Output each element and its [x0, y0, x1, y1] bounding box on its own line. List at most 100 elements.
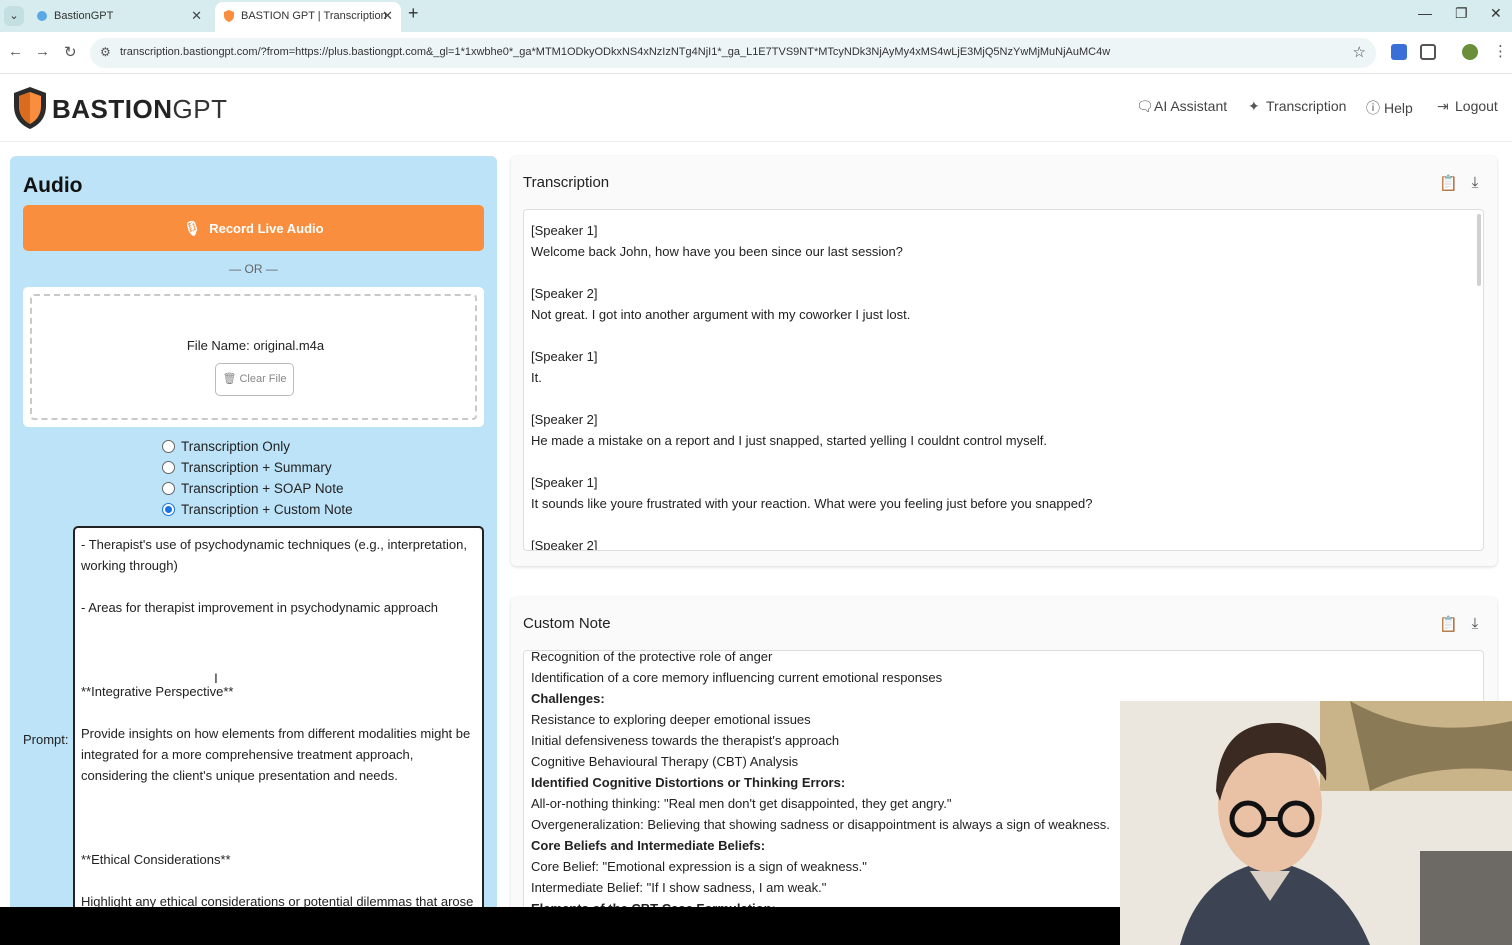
transcription-textarea[interactable]: [Speaker 1] Welcome back John, how have y…: [523, 209, 1484, 551]
transcription-card: Transcription 📋 ⤓ [Speaker 1] Welcome bac…: [511, 156, 1497, 566]
option-label: Transcription Only: [181, 439, 291, 454]
app-header: BASTIONGPT 🗨AI Assistant ✦ Transcription …: [0, 74, 1512, 142]
transcription-line: Welcome back John, how have you been sin…: [531, 244, 903, 259]
transcription-line: He made a mistake on a report and I just…: [531, 433, 1047, 448]
transcription-line: [Speaker 2]: [531, 412, 598, 427]
site-settings-icon[interactable]: ⚙: [100, 45, 111, 59]
clear-file-button[interactable]: 🗑 Clear File: [215, 363, 294, 396]
copy-clipboard-icon[interactable]: 📋: [1439, 615, 1458, 633]
transcription-line: [Speaker 1]: [531, 475, 598, 490]
address-bar[interactable]: ⚙ transcription.bastiongpt.com/?from=htt…: [90, 38, 1376, 68]
prompt-line: [81, 639, 476, 660]
tab-search-icon[interactable]: ⌄: [4, 6, 24, 26]
tab-title: BASTION GPT | Transcription: [241, 10, 387, 22]
transcription-line: [531, 262, 1461, 283]
prompt-text[interactable]: - Therapist's use of psychodynamic techn…: [81, 534, 476, 912]
close-window-icon[interactable]: ✕: [1490, 5, 1502, 22]
download-icon[interactable]: ⤓: [1467, 615, 1483, 633]
trash-icon: 🗑: [222, 373, 240, 385]
profile-avatar-icon[interactable]: [1462, 44, 1478, 60]
note-line: Recognition of the protective role of an…: [531, 650, 773, 664]
audio-panel: Audio 🎙 Record Live Audio — OR — File Nam…: [10, 156, 497, 916]
browser-tab-bar: ⌄ BastionGPT ✕ BASTION GPT | Transcripti…: [0, 0, 1512, 32]
or-divider: — OR —: [229, 262, 278, 276]
option-transcription-summary[interactable]: Transcription + Summary: [162, 457, 353, 478]
radio-button-checked[interactable]: [162, 503, 175, 516]
transcription-title: Transcription: [523, 174, 610, 191]
prompt-line: [81, 807, 476, 828]
browser-tab-bastiongpt[interactable]: BastionGPT ✕: [28, 2, 210, 32]
clear-label: Clear File: [239, 373, 287, 385]
forward-icon[interactable]: →: [35, 43, 50, 60]
extensions-puzzle-icon[interactable]: [1420, 44, 1436, 60]
prompt-line: [81, 702, 476, 723]
bastion-shield-logo-icon: [14, 87, 46, 129]
transcription-line: [531, 388, 1461, 409]
option-transcription-custom[interactable]: Transcription + Custom Note: [162, 499, 353, 520]
transcription-line: [531, 325, 1461, 346]
url-text[interactable]: transcription.bastiongpt.com/?from=https…: [120, 46, 1340, 58]
shield-favicon-icon: [224, 10, 234, 22]
note-line: Identification of a core memory influenc…: [531, 670, 943, 685]
minimize-icon[interactable]: —: [1418, 5, 1432, 21]
nav-transcription[interactable]: ✦ Transcription: [1248, 98, 1346, 115]
reload-icon[interactable]: ↻: [64, 43, 77, 61]
dashed-border: File Name: original.m4a 🗑 Clear File: [30, 294, 477, 420]
transcription-line: [Speaker 1]: [531, 349, 598, 364]
transcription-line: [Speaker 2]: [531, 286, 598, 301]
prompt-textarea[interactable]: - Therapist's use of psychodynamic techn…: [73, 526, 484, 916]
radio-button[interactable]: [162, 461, 175, 474]
chat-favicon-icon: [37, 11, 47, 21]
prompt-line: [81, 618, 476, 639]
browser-menu-icon[interactable]: ⋮: [1493, 42, 1508, 60]
transcription-line: It.: [531, 370, 542, 385]
download-icon[interactable]: ⤓: [1467, 174, 1483, 192]
radio-button[interactable]: [162, 482, 175, 495]
nav-label: Transcription: [1266, 98, 1347, 114]
prompt-label: Prompt:: [23, 732, 69, 747]
logout-icon: ⇥: [1437, 98, 1449, 114]
prompt-line: [81, 870, 476, 891]
bookmark-star-icon[interactable]: ☆: [1353, 43, 1366, 61]
back-icon[interactable]: ←: [8, 43, 23, 60]
tab-title: BastionGPT: [54, 10, 114, 22]
nav-label: Help: [1384, 100, 1413, 116]
webcam-person-image: [1120, 701, 1512, 945]
prompt-line: **Integrative Perspective**: [81, 684, 234, 699]
transcription-line: Not great. I got into another argument w…: [531, 307, 911, 322]
record-label: Record Live Audio: [209, 221, 324, 236]
file-drop-zone[interactable]: File Name: original.m4a 🗑 Clear File: [23, 287, 484, 427]
prompt-line: [81, 576, 476, 597]
scrollbar[interactable]: [1477, 214, 1481, 286]
nav-logout[interactable]: ⇥ Logout: [1437, 98, 1498, 115]
output-options: Transcription Only Transcription + Summa…: [162, 436, 353, 520]
nav-label: AI Assistant: [1154, 98, 1228, 114]
transcription-line: [Speaker 2]: [531, 538, 598, 551]
chat-icon: 🗨: [1136, 98, 1154, 114]
close-tab-icon[interactable]: ✕: [191, 2, 202, 30]
restore-icon[interactable]: ❐: [1455, 5, 1468, 22]
transcription-text[interactable]: [Speaker 1] Welcome back John, how have y…: [531, 220, 1461, 551]
nav-help[interactable]: ⓘ Help: [1366, 98, 1413, 118]
new-tab-icon[interactable]: +: [408, 3, 419, 24]
transcription-line: [Speaker 1]: [531, 223, 598, 238]
radio-button[interactable]: [162, 440, 175, 453]
prompt-line: [81, 660, 476, 681]
nav-ai-assistant[interactable]: 🗨AI Assistant: [1136, 98, 1227, 115]
record-live-audio-button[interactable]: 🎙 Record Live Audio: [23, 205, 484, 251]
sparkle-icon: ✦: [1248, 98, 1260, 114]
option-transcription-only[interactable]: Transcription Only: [162, 436, 353, 457]
audio-title: Audio: [23, 174, 83, 197]
password-extension-icon[interactable]: [1391, 44, 1407, 60]
brand-logo[interactable]: BASTIONGPT: [52, 94, 227, 125]
copy-clipboard-icon[interactable]: 📋: [1439, 174, 1458, 192]
logo-light-text: GPT: [172, 94, 228, 124]
nav-label: Logout: [1455, 98, 1498, 114]
prompt-line: [81, 828, 476, 849]
browser-tab-transcription[interactable]: BASTION GPT | Transcription ✕: [215, 2, 401, 32]
transcription-line: [531, 514, 1461, 535]
custom-note-title: Custom Note: [523, 615, 611, 632]
prompt-line: - Therapist's use of psychodynamic techn…: [81, 537, 467, 573]
close-tab-icon[interactable]: ✕: [382, 2, 393, 30]
option-transcription-soap[interactable]: Transcription + SOAP Note: [162, 478, 353, 499]
